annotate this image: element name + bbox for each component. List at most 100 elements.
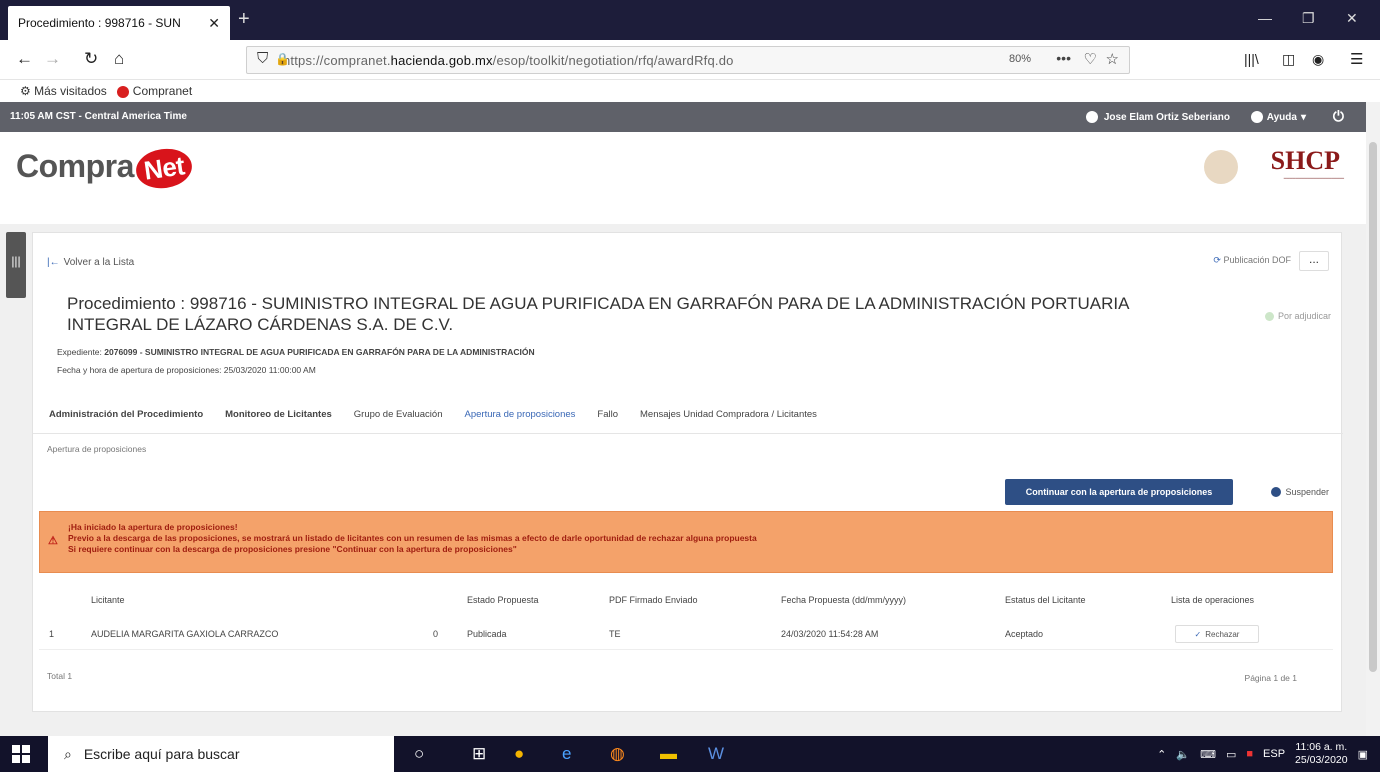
alert-line-1: ¡Ha iniciado la apertura de proposicione… [68,522,238,532]
publish-icon: ⟳ [1213,255,1221,265]
pocket-icon[interactable]: ♡ [1084,50,1097,68]
close-tab-icon[interactable]: ✕ [208,15,220,32]
search-icon: ⌕ [64,745,72,762]
browser-tab-bar: Procedimiento : 998716 - SUN ✕ + — ❐ ✕ [0,0,1380,40]
col-pdf-firmado[interactable]: PDF Firmado Enviado [609,595,698,605]
check-pencil-icon: ✓ [1194,629,1202,639]
subtab-apertura[interactable]: Apertura de proposiciones [47,444,146,454]
url-text: https://compranet.hacienda.gob.mx/esop/t… [283,52,734,68]
tab-fallo[interactable]: Fallo [597,409,618,426]
bookmark-mas-visitados[interactable]: ⚙ Más visitados [20,84,107,98]
suspender-button[interactable]: Suspender [1271,487,1329,497]
cell-fecha: 24/03/2020 11:54:28 AM [781,629,879,639]
volume-icon[interactable]: 🔈 [1176,748,1190,761]
back-arrow-icon: |← [47,257,60,268]
back-icon[interactable]: ← [16,49,33,69]
page-actions-icon[interactable]: ••• [1056,50,1071,66]
language-indicator[interactable]: ESP [1263,748,1285,760]
scrollbar-thumb[interactable] [1369,142,1377,672]
back-to-list-link[interactable]: |← Volver a la Lista [47,257,134,268]
table-divider [39,649,1333,650]
minimize-icon[interactable]: — [1258,10,1272,26]
apertura-date-line: Fecha y hora de apertura de proposicione… [57,365,316,375]
word-icon[interactable]: W [708,744,724,764]
user-menu[interactable]: Jose Elam Ortiz Seberiano [1085,111,1230,123]
status-badge: Por adjudicar [1264,311,1331,322]
suspend-icon [1271,487,1282,497]
browser-nav-bar: ← → ↻ ⌂ ⛉ 🔒 https://compranet.hacienda.g… [0,40,1380,80]
chrome-icon[interactable]: ● [514,744,524,764]
procedure-card: |← Volver a la Lista ⟳ Publicación DOF ..… [32,232,1343,712]
tab-divider [33,433,1343,434]
col-licitante[interactable]: Licitante [91,595,125,605]
col-estado-propuesta[interactable]: Estado Propuesta [467,595,539,605]
col-estatus-licitante[interactable]: Estatus del Licitante [1005,595,1086,605]
compranet-logo[interactable]: Compra Net [16,145,195,192]
battery-icon[interactable]: ▭ [1226,748,1236,761]
notifications-icon[interactable]: ▣ [1358,748,1368,761]
cell-pdf: TE [609,629,621,639]
taskbar-clock[interactable]: 11:06 a. m. 25/03/2020 [1295,741,1348,767]
tab-grupo-evaluacion[interactable]: Grupo de Evaluación [354,409,443,426]
continuar-apertura-button[interactable]: Continuar con la apertura de proposicion… [1005,479,1233,505]
col-lista-operaciones: Lista de operaciones [1171,595,1255,605]
shcp-logo: SHCP [1270,146,1340,175]
tab-apertura[interactable]: Apertura de proposiciones [465,409,576,426]
zoom-level[interactable]: 80% [1009,53,1031,65]
compranet-favicon-icon [116,85,129,98]
tab-mensajes[interactable]: Mensajes Unidad Compradora / Licitantes [640,409,817,426]
logout-power-icon[interactable]: ⏻ [1333,108,1344,125]
more-actions-button[interactable]: ... [1299,251,1329,271]
system-tray: ⌃ 🔈 ⌨ ▭ ■ ESP 11:06 a. m. 25/03/2020 ▣ [1157,736,1368,772]
file-explorer-icon[interactable]: ▬ [660,744,677,764]
restore-icon[interactable]: ❐ [1302,10,1315,27]
tab-administracion[interactable]: Administración del Procedimiento [49,409,203,426]
close-window-icon[interactable]: ✕ [1346,10,1358,27]
browser-tab[interactable]: Procedimiento : 998716 - SUN ✕ [8,6,230,40]
alert-line-3: Si requiere continuar con la descarga de… [68,544,517,554]
warning-alert: ⚠ ¡Ha iniciado la apertura de proposicio… [39,511,1333,573]
row-index: 1 [49,629,55,639]
side-panel-handle[interactable]: ||| [6,232,26,298]
windows-start-icon[interactable] [12,745,30,763]
top-status-strip: 11:05 AM CST - Central America Time Jose… [0,102,1366,132]
menu-icon[interactable]: ☰ [1350,50,1363,68]
taskbar-search-input[interactable]: ⌕ Escribe aquí para buscar [48,736,394,772]
home-icon[interactable]: ⌂ [114,49,124,69]
sidebar-icon[interactable]: ◫ [1282,51,1295,68]
library-icon[interactable]: |||\ [1244,51,1259,67]
rechazar-button[interactable]: ✓ Rechazar [1175,625,1259,643]
expediente-line: Expediente: 2076099 - SUMINISTRO INTEGRA… [57,347,535,357]
account-icon[interactable]: ◉ [1312,51,1324,68]
shcp-subtitle-line: ━━━━━━━━━━━━━━━━━━━━ [1283,176,1344,182]
lock-icon: 🔒 [275,52,290,66]
tab-title: Procedimiento : 998716 - SUN [18,16,181,30]
help-icon [1250,111,1263,123]
pagination-info: Página 1 de 1 [1244,673,1297,683]
publicacion-dof-link[interactable]: ⟳ Publicación DOF [1213,255,1291,266]
edge-icon[interactable]: e [562,744,571,764]
col-fecha-propuesta[interactable]: Fecha Propuesta (dd/mm/yyyy) [781,595,906,605]
help-menu[interactable]: Ayuda ▾ [1250,111,1306,123]
firefox-icon[interactable]: ◍ [610,744,625,764]
cortana-icon[interactable]: ○ [414,744,424,764]
page-title: Procedimiento : 998716 - SUMINISTRO INTE… [67,294,1129,334]
cell-estado: Publicada [467,629,507,639]
bookmark-compranet[interactable]: Compranet [116,84,192,98]
forward-icon[interactable]: → [44,49,61,69]
task-view-icon[interactable]: ⊞ [472,744,486,764]
site-header: Compra Net SHCP ━━━━━━━━━━━━━━━━━━━━ [0,132,1366,224]
bookmarks-bar: ⚙ Más visitados Compranet [0,80,1380,102]
reload-icon[interactable]: ↻ [84,49,98,69]
windows-taskbar: ⌕ Escribe aquí para buscar ○ ⊞ ● e ◍ ▬ W … [0,736,1380,772]
shield-icon[interactable]: ⛉ [257,50,268,67]
url-bar[interactable]: ⛉ 🔒 https://compranet.hacienda.gob.mx/es… [246,46,1130,74]
antivirus-icon[interactable]: ■ [1246,748,1253,760]
new-tab-icon[interactable]: + [238,8,250,31]
bookmark-star-icon[interactable]: ☆ [1106,50,1119,68]
tab-monitoreo[interactable]: Monitoreo de Licitantes [225,409,332,426]
network-icon[interactable]: ⌨ [1200,748,1216,761]
tray-chevron-icon[interactable]: ⌃ [1157,748,1166,761]
warning-icon: ⚠ [48,535,58,547]
page-scrollbar[interactable] [1366,102,1380,736]
